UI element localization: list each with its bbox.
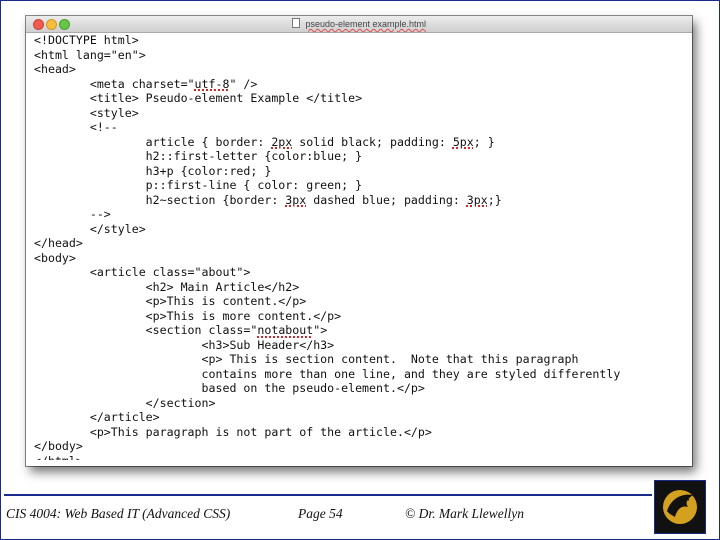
code-line: </html> — [34, 454, 684, 461]
code-line: <p> This is section content. Note that t… — [34, 352, 579, 366]
spellcheck-flag: 5px — [452, 134, 474, 149]
footer-page: Page 54 — [298, 506, 343, 521]
code-line: <section class="notabout"> — [34, 323, 328, 337]
code-editor[interactable]: <!DOCTYPE html> <html lang="en"> <head> <m… — [34, 33, 684, 460]
code-line: article { border: 2px solid black; paddi… — [34, 134, 495, 149]
code-line: --> — [34, 207, 111, 221]
footer-course: CIS 4004: Web Based IT (Advanced CSS) — [6, 506, 231, 521]
code-line: <h2> Main Article</h2> — [34, 279, 300, 294]
code-line: <p>This paragraph is not part of the art… — [34, 424, 432, 439]
code-line: <p>This is more content.</p> — [34, 308, 342, 323]
code-line: <h3>Sub Header</h3> — [34, 337, 335, 352]
spellcheck-flag: utf-8 — [194, 76, 230, 91]
code-line: <!-- — [34, 120, 118, 134]
footer-rule — [4, 494, 652, 496]
footer-author: © Dr. Mark Llewellyn — [405, 506, 524, 521]
editor-window: pseudo-element example.html <!DOCTYPE ht… — [26, 16, 692, 466]
spellcheck-flag: 3px — [466, 192, 488, 207]
document-icon — [291, 18, 300, 28]
code-line: <body> — [34, 250, 76, 265]
window-title-wrap: pseudo-element example.html — [26, 17, 692, 31]
code-line: contains more than one line, and they ar… — [34, 366, 621, 381]
code-line: </section> — [34, 395, 216, 410]
code-line: <!DOCTYPE html> — [34, 33, 139, 47]
code-line: </body> — [34, 439, 83, 453]
code-line: p::first-line { color: green; } — [34, 178, 363, 192]
code-line: </style> — [34, 221, 146, 236]
code-line: based on the pseudo-element.</p> — [34, 381, 425, 395]
spellcheck-flag: notabout — [257, 323, 314, 337]
window-titlebar[interactable]: pseudo-element example.html — [26, 16, 692, 33]
code-line: <meta charset="utf-8" /> — [34, 76, 258, 91]
code-line: h2~section {border: 3px dashed blue; pad… — [34, 192, 502, 207]
code-line: <article class="about"> — [34, 265, 251, 279]
code-line: <p>This is content.</p> — [34, 294, 307, 308]
code-line: <style> — [34, 105, 139, 120]
slide-footer: CIS 4004: Web Based IT (Advanced CSS) Pa… — [0, 480, 720, 540]
code-line: h2::first-letter {color:blue; } — [34, 149, 363, 163]
window-title: pseudo-element example.html — [305, 19, 427, 29]
spellcheck-flag: 3px — [285, 192, 307, 207]
code-line: </article> — [34, 410, 160, 424]
code-line: </head> — [34, 236, 83, 250]
spellcheck-flag: 2px — [271, 134, 293, 149]
code-line: h3+p {color:red; } — [34, 163, 272, 178]
code-line: <html lang="en"> — [34, 47, 146, 62]
code-line: <title> Pseudo-element Example </title> — [34, 91, 363, 105]
code-line: <head> — [34, 62, 76, 76]
ucf-pegasus-logo-icon — [654, 480, 706, 534]
logo-graphic — [663, 490, 697, 524]
